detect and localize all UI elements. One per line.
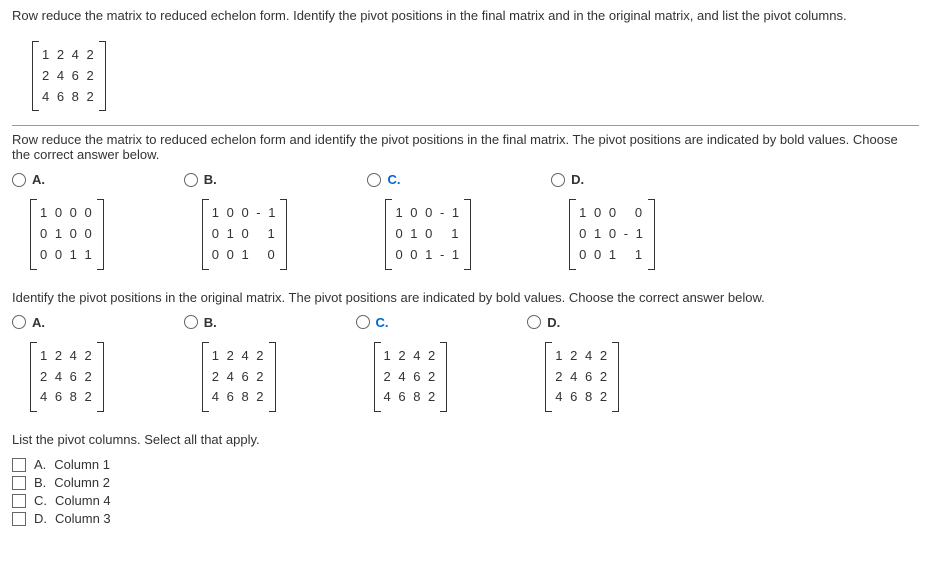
checkbox-option-c[interactable]: C. Column 4	[12, 493, 919, 508]
radio-option-d-orig[interactable]: D.	[527, 315, 619, 330]
checkbox-icon	[12, 494, 26, 508]
option-label: A.	[32, 172, 45, 187]
matrix-row: 1 2 4 2	[40, 346, 94, 367]
option-label: B.	[204, 315, 217, 330]
option-matrix: 1 2 4 2 2 4 6 2 4 6 8 2	[374, 342, 448, 412]
matrix-row: 1 0 0 0	[579, 203, 645, 224]
matrix-row: 4 6 8 2	[212, 387, 266, 408]
matrix-row: 0 0 1 1	[40, 245, 94, 266]
radio-option-d[interactable]: D.	[551, 172, 655, 187]
option-matrix: 1 0 0 0 0 1 0 0 0 0 1 1	[30, 199, 104, 269]
radio-option-a[interactable]: A.	[12, 172, 104, 187]
option-label: C.	[387, 172, 400, 187]
final-matrix-options: A. 1 0 0 0 0 1 0 0 0 0 1 1 B. 1 0 0 - 1 …	[12, 172, 919, 277]
radio-icon	[184, 315, 198, 329]
checkbox-label-letter: C.	[34, 493, 47, 508]
option-c: C. 1 2 4 2 2 4 6 2 4 6 8 2	[356, 315, 448, 420]
radio-option-c[interactable]: C.	[367, 172, 471, 187]
matrix-row: 0 1 0 0	[40, 224, 94, 245]
checkbox-option-b[interactable]: B. Column 2	[12, 475, 919, 490]
option-matrix: 1 2 4 2 2 4 6 2 4 6 8 2	[545, 342, 619, 412]
matrix-row: 1 2 4 2	[384, 346, 438, 367]
option-a: A. 1 0 0 0 0 1 0 0 0 0 1 1	[12, 172, 104, 277]
option-b: B. 1 0 0 - 1 0 1 0 1 0 0 1 0	[184, 172, 288, 277]
matrix-row: 4 6 8 2	[42, 87, 96, 108]
checkbox-label-text: Column 2	[54, 475, 110, 490]
checkbox-option-a[interactable]: A. Column 1	[12, 457, 919, 472]
radio-icon	[527, 315, 541, 329]
matrix-row: 2 4 6 2	[212, 367, 266, 388]
matrix-row: 2 4 6 2	[42, 66, 96, 87]
matrix-row: 4 6 8 2	[384, 387, 438, 408]
radio-icon	[12, 173, 26, 187]
option-label: D.	[547, 315, 560, 330]
option-matrix: 1 0 0 - 1 0 1 0 1 0 0 1 - 1	[385, 199, 471, 269]
option-d: D. 1 0 0 0 0 1 0 - 1 0 0 1 1	[551, 172, 655, 277]
option-matrix: 1 2 4 2 2 4 6 2 4 6 8 2	[30, 342, 104, 412]
option-label: A.	[32, 315, 45, 330]
option-c: C. 1 0 0 - 1 0 1 0 1 0 0 1 - 1	[367, 172, 471, 277]
checkbox-label-letter: A.	[34, 457, 46, 472]
option-label: D.	[571, 172, 584, 187]
question-1-text: Row reduce the matrix to reduced echelon…	[12, 8, 919, 23]
pivot-column-checkboxes: A. Column 1 B. Column 2 C. Column 4 D. C…	[12, 457, 919, 526]
matrix-row: 1 0 0 0	[40, 203, 94, 224]
matrix-row: 4 6 8 2	[40, 387, 94, 408]
matrix-row: 2 4 6 2	[40, 367, 94, 388]
checkbox-label-letter: B.	[34, 475, 46, 490]
matrix-row: 0 1 0 - 1	[579, 224, 645, 245]
radio-icon	[551, 173, 565, 187]
option-d: D. 1 2 4 2 2 4 6 2 4 6 8 2	[527, 315, 619, 420]
checkbox-label-text: Column 3	[55, 511, 111, 526]
checkbox-icon	[12, 512, 26, 526]
matrix-row: 0 0 1 1	[579, 245, 645, 266]
checkbox-label-text: Column 4	[55, 493, 111, 508]
radio-option-b[interactable]: B.	[184, 172, 288, 187]
checkbox-label-letter: D.	[34, 511, 47, 526]
radio-icon	[367, 173, 381, 187]
option-label: C.	[376, 315, 389, 330]
orig-matrix-options: A. 1 2 4 2 2 4 6 2 4 6 8 2 B. 1 2 4 2 2 …	[12, 315, 919, 420]
option-a: A. 1 2 4 2 2 4 6 2 4 6 8 2	[12, 315, 104, 420]
option-matrix: 1 0 0 - 1 0 1 0 1 0 0 1 0	[202, 199, 288, 269]
matrix-row: 0 0 1 - 1	[395, 245, 461, 266]
matrix-row: 0 1 0 1	[395, 224, 461, 245]
radio-icon	[356, 315, 370, 329]
question-2-text: Row reduce the matrix to reduced echelon…	[12, 132, 919, 162]
checkbox-icon	[12, 458, 26, 472]
checkbox-icon	[12, 476, 26, 490]
matrix-row: 0 1 0 1	[212, 224, 278, 245]
checkbox-option-d[interactable]: D. Column 3	[12, 511, 919, 526]
radio-option-b-orig[interactable]: B.	[184, 315, 276, 330]
matrix-row: 1 2 4 2	[555, 346, 609, 367]
checkbox-label-text: Column 1	[54, 457, 110, 472]
main-matrix: 1 2 4 2 2 4 6 2 4 6 8 2	[32, 41, 106, 111]
matrix-row: 1 0 0 - 1	[212, 203, 278, 224]
matrix-row: 1 2 4 2	[42, 45, 96, 66]
matrix-row: 1 2 4 2	[212, 346, 266, 367]
radio-option-a-orig[interactable]: A.	[12, 315, 104, 330]
radio-icon	[184, 173, 198, 187]
matrix-row: 2 4 6 2	[555, 367, 609, 388]
matrix-row: 4 6 8 2	[555, 387, 609, 408]
matrix-row: 2 4 6 2	[384, 367, 438, 388]
radio-option-c-orig[interactable]: C.	[356, 315, 448, 330]
option-b: B. 1 2 4 2 2 4 6 2 4 6 8 2	[184, 315, 276, 420]
divider	[12, 125, 919, 126]
question-4-text: List the pivot columns. Select all that …	[12, 432, 919, 447]
option-matrix: 1 2 4 2 2 4 6 2 4 6 8 2	[202, 342, 276, 412]
option-matrix: 1 0 0 0 0 1 0 - 1 0 0 1 1	[569, 199, 655, 269]
option-label: B.	[204, 172, 217, 187]
question-3-text: Identify the pivot positions in the orig…	[12, 290, 919, 305]
radio-icon	[12, 315, 26, 329]
matrix-row: 0 0 1 0	[212, 245, 278, 266]
matrix-row: 1 0 0 - 1	[395, 203, 461, 224]
